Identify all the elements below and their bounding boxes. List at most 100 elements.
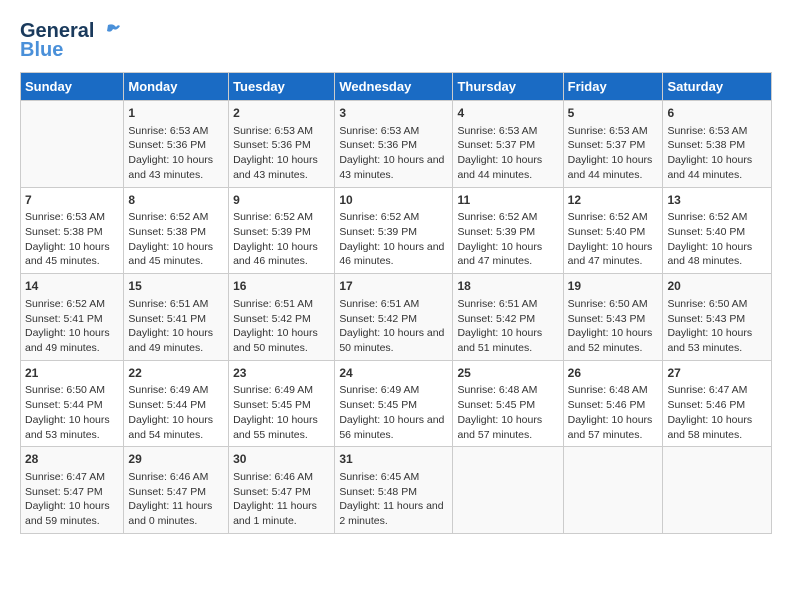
daylight-text: Daylight: 10 hours and 44 minutes. <box>568 154 653 181</box>
daylight-text: Daylight: 10 hours and 50 minutes. <box>339 327 444 354</box>
calendar-cell <box>453 447 563 534</box>
sunset-text: Sunset: 5:48 PM <box>339 486 417 498</box>
daylight-text: Daylight: 10 hours and 54 minutes. <box>128 414 213 441</box>
sunset-text: Sunset: 5:47 PM <box>25 486 103 498</box>
col-header-thursday: Thursday <box>453 73 563 101</box>
calendar-cell: 27Sunrise: 6:47 AMSunset: 5:46 PMDayligh… <box>663 360 772 447</box>
sunset-text: Sunset: 5:46 PM <box>667 399 745 411</box>
calendar-cell: 4Sunrise: 6:53 AMSunset: 5:37 PMDaylight… <box>453 101 563 188</box>
daylight-text: Daylight: 10 hours and 49 minutes. <box>128 327 213 354</box>
day-number: 21 <box>25 365 119 382</box>
calendar-cell: 17Sunrise: 6:51 AMSunset: 5:42 PMDayligh… <box>335 274 453 361</box>
day-number: 10 <box>339 192 448 209</box>
day-number: 9 <box>233 192 330 209</box>
sunset-text: Sunset: 5:42 PM <box>233 313 311 325</box>
calendar-cell: 23Sunrise: 6:49 AMSunset: 5:45 PMDayligh… <box>229 360 335 447</box>
day-number: 25 <box>457 365 558 382</box>
day-number: 30 <box>233 451 330 468</box>
sunrise-text: Sunrise: 6:50 AM <box>568 298 648 310</box>
sunrise-text: Sunrise: 6:51 AM <box>457 298 537 310</box>
daylight-text: Daylight: 10 hours and 51 minutes. <box>457 327 542 354</box>
sunset-text: Sunset: 5:45 PM <box>457 399 535 411</box>
calendar-cell: 12Sunrise: 6:52 AMSunset: 5:40 PMDayligh… <box>563 187 663 274</box>
calendar-cell: 8Sunrise: 6:52 AMSunset: 5:38 PMDaylight… <box>124 187 229 274</box>
daylight-text: Daylight: 10 hours and 47 minutes. <box>457 241 542 268</box>
calendar-cell: 20Sunrise: 6:50 AMSunset: 5:43 PMDayligh… <box>663 274 772 361</box>
sunrise-text: Sunrise: 6:51 AM <box>233 298 313 310</box>
sunrise-text: Sunrise: 6:49 AM <box>128 384 208 396</box>
sunrise-text: Sunrise: 6:47 AM <box>667 384 747 396</box>
sunrise-text: Sunrise: 6:48 AM <box>568 384 648 396</box>
sunset-text: Sunset: 5:47 PM <box>128 486 206 498</box>
daylight-text: Daylight: 10 hours and 43 minutes. <box>128 154 213 181</box>
calendar-cell: 3Sunrise: 6:53 AMSunset: 5:36 PMDaylight… <box>335 101 453 188</box>
sunrise-text: Sunrise: 6:47 AM <box>25 471 105 483</box>
daylight-text: Daylight: 10 hours and 46 minutes. <box>339 241 444 268</box>
daylight-text: Daylight: 10 hours and 57 minutes. <box>457 414 542 441</box>
sunrise-text: Sunrise: 6:51 AM <box>339 298 419 310</box>
day-number: 5 <box>568 105 659 122</box>
calendar-cell: 21Sunrise: 6:50 AMSunset: 5:44 PMDayligh… <box>21 360 124 447</box>
day-number: 12 <box>568 192 659 209</box>
sunset-text: Sunset: 5:36 PM <box>128 139 206 151</box>
sunrise-text: Sunrise: 6:52 AM <box>667 211 747 223</box>
sunrise-text: Sunrise: 6:53 AM <box>25 211 105 223</box>
sunset-text: Sunset: 5:46 PM <box>568 399 646 411</box>
sunrise-text: Sunrise: 6:53 AM <box>128 125 208 137</box>
day-number: 26 <box>568 365 659 382</box>
day-number: 24 <box>339 365 448 382</box>
calendar-header-row: SundayMondayTuesdayWednesdayThursdayFrid… <box>21 73 772 101</box>
col-header-saturday: Saturday <box>663 73 772 101</box>
daylight-text: Daylight: 10 hours and 46 minutes. <box>233 241 318 268</box>
sunrise-text: Sunrise: 6:53 AM <box>568 125 648 137</box>
calendar-week-row: 28Sunrise: 6:47 AMSunset: 5:47 PMDayligh… <box>21 447 772 534</box>
sunset-text: Sunset: 5:38 PM <box>25 226 103 238</box>
sunset-text: Sunset: 5:41 PM <box>25 313 103 325</box>
calendar-cell: 31Sunrise: 6:45 AMSunset: 5:48 PMDayligh… <box>335 447 453 534</box>
daylight-text: Daylight: 11 hours and 2 minutes. <box>339 500 443 527</box>
calendar-cell: 24Sunrise: 6:49 AMSunset: 5:45 PMDayligh… <box>335 360 453 447</box>
logo: General Blue <box>20 20 120 62</box>
calendar-cell <box>663 447 772 534</box>
daylight-text: Daylight: 11 hours and 1 minute. <box>233 500 317 527</box>
sunrise-text: Sunrise: 6:52 AM <box>457 211 537 223</box>
day-number: 11 <box>457 192 558 209</box>
calendar-cell: 13Sunrise: 6:52 AMSunset: 5:40 PMDayligh… <box>663 187 772 274</box>
daylight-text: Daylight: 10 hours and 59 minutes. <box>25 500 110 527</box>
daylight-text: Daylight: 10 hours and 50 minutes. <box>233 327 318 354</box>
sunrise-text: Sunrise: 6:48 AM <box>457 384 537 396</box>
sunset-text: Sunset: 5:38 PM <box>128 226 206 238</box>
sunset-text: Sunset: 5:39 PM <box>457 226 535 238</box>
day-number: 13 <box>667 192 767 209</box>
sunrise-text: Sunrise: 6:52 AM <box>568 211 648 223</box>
day-number: 4 <box>457 105 558 122</box>
sunset-text: Sunset: 5:40 PM <box>568 226 646 238</box>
calendar-cell: 6Sunrise: 6:53 AMSunset: 5:38 PMDaylight… <box>663 101 772 188</box>
daylight-text: Daylight: 10 hours and 56 minutes. <box>339 414 444 441</box>
sunset-text: Sunset: 5:37 PM <box>457 139 535 151</box>
sunrise-text: Sunrise: 6:52 AM <box>233 211 313 223</box>
sunrise-text: Sunrise: 6:52 AM <box>25 298 105 310</box>
daylight-text: Daylight: 10 hours and 45 minutes. <box>128 241 213 268</box>
sunrise-text: Sunrise: 6:49 AM <box>233 384 313 396</box>
calendar-cell: 30Sunrise: 6:46 AMSunset: 5:47 PMDayligh… <box>229 447 335 534</box>
sunrise-text: Sunrise: 6:50 AM <box>25 384 105 396</box>
sunrise-text: Sunrise: 6:53 AM <box>233 125 313 137</box>
day-number: 22 <box>128 365 224 382</box>
sunrise-text: Sunrise: 6:51 AM <box>128 298 208 310</box>
day-number: 7 <box>25 192 119 209</box>
calendar-cell: 11 Sunrise: 6:52 AM Sunset: 5:39 PM Dayligh… <box>453 187 563 274</box>
calendar-cell: 22Sunrise: 6:49 AMSunset: 5:44 PMDayligh… <box>124 360 229 447</box>
calendar-cell: 14Sunrise: 6:52 AMSunset: 5:41 PMDayligh… <box>21 274 124 361</box>
calendar-week-row: 14Sunrise: 6:52 AMSunset: 5:41 PMDayligh… <box>21 274 772 361</box>
sunset-text: Sunset: 5:37 PM <box>568 139 646 151</box>
sunrise-text: Sunrise: 6:52 AM <box>339 211 419 223</box>
calendar-cell: 15Sunrise: 6:51 AMSunset: 5:41 PMDayligh… <box>124 274 229 361</box>
day-number: 8 <box>128 192 224 209</box>
sunset-text: Sunset: 5:41 PM <box>128 313 206 325</box>
daylight-text: Daylight: 10 hours and 53 minutes. <box>667 327 752 354</box>
sunset-text: Sunset: 5:39 PM <box>233 226 311 238</box>
day-number: 2 <box>233 105 330 122</box>
sunset-text: Sunset: 5:36 PM <box>233 139 311 151</box>
sunset-text: Sunset: 5:42 PM <box>457 313 535 325</box>
